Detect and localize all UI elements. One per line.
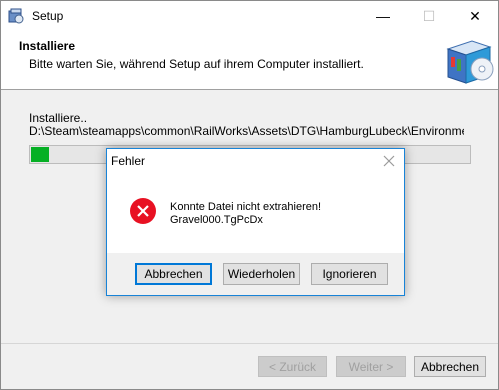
error-dialog: Fehler Konnte Datei nicht extrahieren! G… — [106, 148, 405, 296]
setup-app-icon — [8, 8, 24, 24]
footer-divider — [1, 343, 498, 344]
minimize-button[interactable]: — — [360, 1, 406, 31]
progress-fill — [31, 147, 49, 162]
page-title: Installiere — [19, 39, 76, 53]
error-filename: Gravel000.TgPcDx — [170, 214, 263, 226]
error-icon — [130, 198, 156, 224]
error-message: Konnte Datei nicht extrahieren! — [170, 201, 322, 213]
current-file-path: D:\Steam\steamapps\common\RailWorks\Asse… — [29, 124, 464, 138]
window-title: Setup — [32, 9, 64, 23]
ignore-button[interactable]: Ignorieren — [311, 263, 388, 285]
next-button[interactable]: Weiter > — [336, 356, 406, 377]
maximize-button[interactable]: ☐ — [406, 1, 452, 31]
abort-button[interactable]: Abbrechen — [135, 263, 212, 285]
installer-box-icon — [446, 40, 494, 84]
title-bar[interactable]: Setup — ☐ ✕ — [1, 1, 498, 31]
cancel-button[interactable]: Abbrechen — [414, 356, 486, 377]
dialog-body: Konnte Datei nicht extrahieren! Gravel00… — [107, 173, 404, 253]
status-label: Installiere.. — [29, 111, 88, 125]
dialog-close-icon[interactable] — [379, 152, 399, 170]
back-button[interactable]: < Zurück — [258, 356, 327, 377]
dialog-title-bar[interactable]: Fehler — [107, 149, 404, 173]
wizard-header: Installiere Bitte warten Sie, während Se… — [1, 31, 498, 90]
page-subtitle: Bitte warten Sie, während Setup auf ihre… — [29, 57, 364, 71]
close-button[interactable]: ✕ — [452, 1, 498, 31]
dialog-title: Fehler — [111, 154, 146, 168]
retry-button[interactable]: Wiederholen — [223, 263, 300, 285]
